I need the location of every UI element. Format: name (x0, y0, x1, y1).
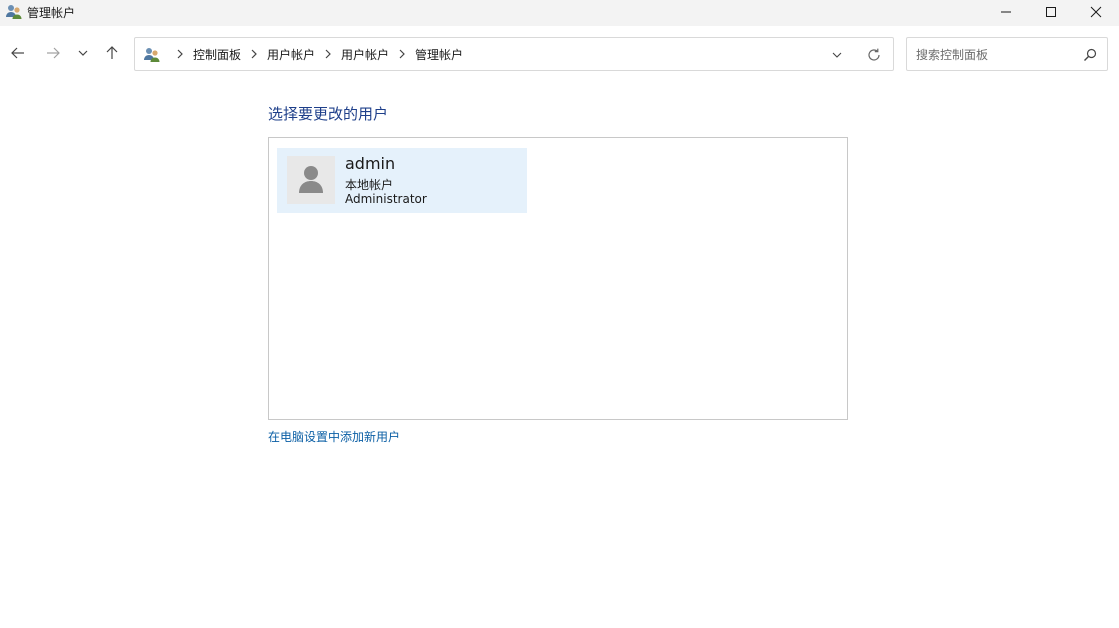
back-button[interactable] (6, 41, 30, 65)
breadcrumb-manage-accounts[interactable]: 管理帐户 (415, 46, 463, 63)
up-arrow-icon (106, 46, 118, 59)
address-bar[interactable]: 控制面板 用户帐户 用户帐户 管理帐户 (134, 37, 894, 71)
breadcrumb-user-accounts[interactable]: 用户帐户 (267, 46, 315, 63)
back-arrow-icon (11, 47, 24, 59)
close-icon (1090, 6, 1102, 18)
user-account-type: 本地帐户 (345, 178, 394, 192)
close-button[interactable] (1073, 0, 1119, 24)
chevron-right-icon[interactable] (323, 49, 333, 59)
refresh-icon[interactable] (865, 46, 883, 64)
breadcrumb-user-accounts-sub[interactable]: 用户帐户 (341, 46, 389, 63)
search-box[interactable] (906, 37, 1108, 71)
user-name: admin (345, 154, 396, 173)
minimize-button[interactable] (983, 0, 1029, 24)
chevron-right-icon[interactable] (175, 49, 185, 59)
chevron-right-icon[interactable] (397, 49, 407, 59)
chevron-right-icon[interactable] (249, 49, 259, 59)
user-accounts-icon (6, 5, 22, 19)
breadcrumb: 控制面板 用户帐户 用户帐户 管理帐户 (167, 38, 463, 70)
recent-locations-chevron-icon (78, 50, 88, 56)
add-new-user-link[interactable]: 在电脑设置中添加新用户 (268, 428, 400, 445)
user-role: Administrator (345, 192, 427, 206)
search-input[interactable] (916, 46, 1076, 64)
default-user-avatar-icon (299, 166, 323, 193)
up-button[interactable] (100, 41, 124, 65)
control-panel-icon (144, 48, 160, 62)
user-tile-admin[interactable]: admin 本地帐户 Administrator (277, 148, 527, 213)
page-heading: 选择要更改的用户 (268, 105, 389, 123)
address-dropdown-icon[interactable] (829, 47, 845, 63)
window-title: 管理帐户 (27, 6, 76, 20)
navigation-bar: 控制面板 用户帐户 用户帐户 管理帐户 (0, 26, 1119, 80)
avatar (287, 156, 335, 204)
forward-button[interactable] (41, 41, 65, 65)
recent-locations-button[interactable] (71, 41, 95, 65)
breadcrumb-control-panel[interactable]: 控制面板 (193, 46, 241, 63)
maximize-button[interactable] (1028, 0, 1074, 24)
user-list-panel: admin 本地帐户 Administrator (268, 137, 848, 420)
search-icon[interactable] (1082, 47, 1098, 63)
maximize-icon (1046, 7, 1056, 17)
minimize-icon (1001, 11, 1011, 13)
forward-arrow-icon (47, 47, 60, 59)
title-bar: 管理帐户 (0, 0, 1119, 26)
